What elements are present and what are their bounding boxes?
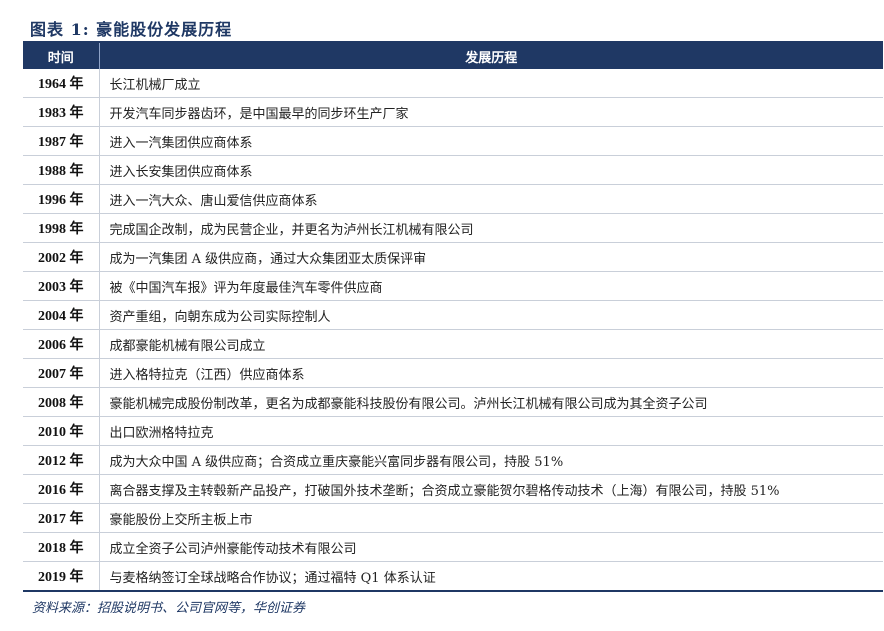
table-row: 2006 年成都豪能机械有限公司成立 bbox=[23, 329, 883, 359]
row-year: 2007 年 bbox=[23, 358, 100, 388]
row-event: 出口欧洲格特拉克 bbox=[99, 416, 883, 446]
row-event: 进入一汽集团供应商体系 bbox=[99, 126, 883, 156]
header-event: 发展历程 bbox=[99, 43, 883, 69]
row-event: 成为大众中国 A 级供应商；合资成立重庆豪能兴富同步器有限公司，持股 51% bbox=[99, 445, 883, 475]
table-row: 2008 年豪能机械完成股份制改革，更名为成都豪能科技股份有限公司。泸州长江机械… bbox=[23, 387, 883, 417]
table-row: 2019 年与麦格纳签订全球战略合作协议；通过福特 Q1 体系认证 bbox=[23, 561, 883, 590]
row-event: 进入一汽大众、唐山爱信供应商体系 bbox=[99, 184, 883, 214]
table-row: 1998 年完成国企改制，成为民营企业，并更名为泸州长江机械有限公司 bbox=[23, 213, 883, 243]
row-year: 2010 年 bbox=[23, 416, 100, 446]
table-row: 1996 年进入一汽大众、唐山爱信供应商体系 bbox=[23, 184, 883, 214]
row-year: 1983 年 bbox=[23, 97, 100, 127]
row-event: 离合器支撑及主转毂新产品投产，打破国外技术垄断；合资成立豪能贺尔碧格传动技术（上… bbox=[99, 474, 883, 504]
row-event: 开发汽车同步器齿环，是中国最早的同步环生产厂家 bbox=[99, 97, 883, 127]
table-row: 2010 年出口欧洲格特拉克 bbox=[23, 416, 883, 446]
row-year: 2002 年 bbox=[23, 242, 100, 272]
row-event: 被《中国汽车报》评为年度最佳汽车零件供应商 bbox=[99, 271, 883, 301]
row-event: 长江机械厂成立 bbox=[99, 69, 883, 98]
row-event: 完成国企改制，成为民营企业，并更名为泸州长江机械有限公司 bbox=[99, 213, 883, 243]
table-header-row: 时间 发展历程 bbox=[23, 43, 883, 69]
row-event: 豪能机械完成股份制改革，更名为成都豪能科技股份有限公司。泸州长江机械有限公司成为… bbox=[99, 387, 883, 417]
row-year: 2016 年 bbox=[23, 474, 100, 504]
table-row: 1964 年长江机械厂成立 bbox=[23, 69, 883, 98]
table-row: 2004 年资产重组，向朝东成为公司实际控制人 bbox=[23, 300, 883, 330]
row-year: 2008 年 bbox=[23, 387, 100, 417]
table-row: 1983 年开发汽车同步器齿环，是中国最早的同步环生产厂家 bbox=[23, 97, 883, 127]
row-year: 1998 年 bbox=[23, 213, 100, 243]
row-event: 成为一汽集团 A 级供应商，通过大众集团亚太质保评审 bbox=[99, 242, 883, 272]
row-year: 2017 年 bbox=[23, 503, 100, 533]
source-note: 资料来源：招股说明书、公司官网等，华创证券 bbox=[32, 601, 306, 616]
table-row: 2018 年成立全资子公司泸州豪能传动技术有限公司 bbox=[23, 532, 883, 562]
row-year: 1987 年 bbox=[23, 126, 100, 156]
table-header: 时间 发展历程 bbox=[23, 43, 883, 69]
table-row: 1988 年进入长安集团供应商体系 bbox=[23, 155, 883, 185]
history-table: 时间 发展历程 1964 年长江机械厂成立 1983 年开发汽车同步器齿环，是中国… bbox=[23, 43, 883, 590]
row-year: 2012 年 bbox=[23, 445, 100, 475]
header-year: 时间 bbox=[23, 43, 100, 69]
table-body: 1964 年长江机械厂成立 1983 年开发汽车同步器齿环，是中国最早的同步环生产… bbox=[23, 69, 883, 590]
row-year: 1996 年 bbox=[23, 184, 100, 214]
row-year: 2004 年 bbox=[23, 300, 100, 330]
row-event: 豪能股份上交所主板上市 bbox=[99, 503, 883, 533]
table-row: 2002 年成为一汽集团 A 级供应商，通过大众集团亚太质保评审 bbox=[23, 242, 883, 272]
row-event: 成都豪能机械有限公司成立 bbox=[99, 329, 883, 359]
row-event: 进入格特拉克（江西）供应商体系 bbox=[99, 358, 883, 388]
table-row: 2017 年豪能股份上交所主板上市 bbox=[23, 503, 883, 533]
row-year: 1988 年 bbox=[23, 155, 100, 185]
table-row: 2003 年被《中国汽车报》评为年度最佳汽车零件供应商 bbox=[23, 271, 883, 301]
row-year: 2003 年 bbox=[23, 271, 100, 301]
row-year: 1964 年 bbox=[23, 69, 100, 98]
row-event: 与麦格纳签订全球战略合作协议；通过福特 Q1 体系认证 bbox=[109, 570, 436, 586]
row-event: 资产重组，向朝东成为公司实际控制人 bbox=[99, 300, 883, 330]
row-event: 成立全资子公司泸州豪能传动技术有限公司 bbox=[99, 532, 883, 562]
table-row: 2016 年离合器支撑及主转毂新产品投产，打破国外技术垄断；合资成立豪能贺尔碧格… bbox=[23, 474, 883, 504]
table-row: 1987 年进入一汽集团供应商体系 bbox=[23, 126, 883, 156]
table-row: 2012 年成为大众中国 A 级供应商；合资成立重庆豪能兴富同步器有限公司，持股… bbox=[23, 445, 883, 475]
row-year: 2006 年 bbox=[23, 329, 100, 359]
figure-title: 图表 1: 豪能股份发展历程 bbox=[30, 20, 233, 39]
row-year: 2019 年 bbox=[23, 561, 100, 590]
history-table-container: 时间 发展历程 1964 年长江机械厂成立 1983 年开发汽车同步器齿环，是中国… bbox=[23, 41, 883, 592]
row-year: 2018 年 bbox=[23, 532, 100, 562]
row-event: 进入长安集团供应商体系 bbox=[99, 155, 883, 185]
table-row: 2007 年进入格特拉克（江西）供应商体系 bbox=[23, 358, 883, 388]
